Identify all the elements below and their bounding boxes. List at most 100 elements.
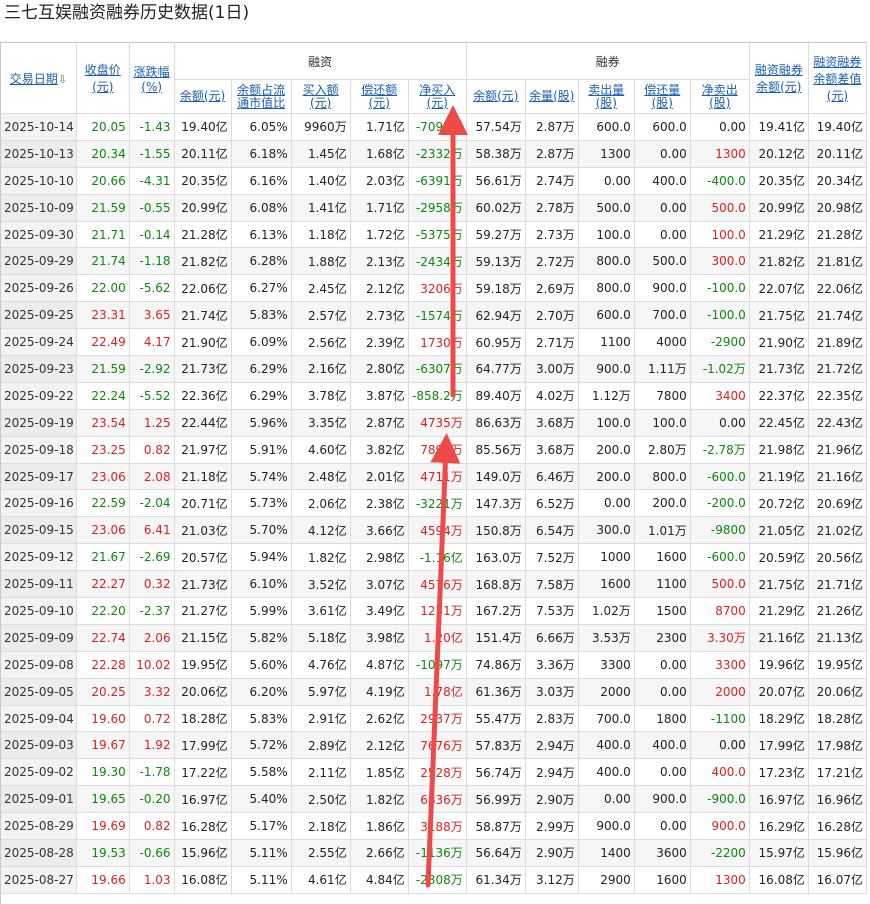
col-header-rq-sell[interactable]: 卖出量 (股): [578, 79, 635, 114]
sort-rz-buy-link[interactable]: 买入额 (元): [303, 83, 339, 110]
cell-balance-diff: 21.96亿: [808, 436, 867, 464]
sort-change-link[interactable]: 涨跌幅 (%): [134, 65, 170, 94]
sort-close-link[interactable]: 收盘价 (元): [85, 63, 121, 94]
cell-rq-balance: 60.02万: [466, 194, 526, 222]
cell-rz-ratio: 6.28%: [231, 247, 292, 276]
table-row: 2025-09-19 23.54 1.25 22.44亿 5.96% 3.35亿 2.87亿…: [1, 409, 867, 437]
cell-rz-ratio: 5.99%: [231, 597, 292, 625]
cell-date: 2025-09-08: [1, 651, 77, 679]
cell-rq-repay: 2300: [634, 624, 691, 652]
cell-total-balance: 21.19亿: [749, 463, 809, 491]
cell-total-balance: 20.59亿: [749, 543, 809, 572]
cell-rq-net: 0.00: [690, 409, 750, 437]
cell-rz-net: -1574万: [408, 301, 467, 330]
cell-rq-volume: 2.69万: [525, 274, 579, 303]
cell-rz-repay: 2.12亿: [350, 731, 409, 760]
cell-rz-ratio: 6.16%: [231, 167, 292, 195]
cell-date: 2025-09-25: [1, 301, 77, 330]
sort-rz-net-link[interactable]: 净买入 (元): [419, 83, 455, 110]
table-row: 2025-09-15 23.06 6.41 21.03亿 5.70% 4.12亿 3.66亿…: [1, 516, 867, 545]
cell-rz-buy: 2.11亿: [291, 758, 351, 787]
margin-trading-table-frame: 交易日期⇩ 收盘价 (元) 涨跌幅 (%) 融资 融券 融资融券 余额(元) 融资融券…: [0, 42, 867, 904]
cell-balance-diff: 21.02亿: [808, 516, 867, 545]
cell-date: 2025-08-28: [1, 839, 77, 867]
col-header-rz-ratio[interactable]: 余额占流 通市值比: [231, 79, 292, 114]
col-header-rq-volume[interactable]: 余量(股): [525, 79, 579, 114]
sort-rq-net-link[interactable]: 净卖出 (股): [702, 83, 738, 110]
cell-rz-buy: 3.35亿: [291, 409, 351, 437]
cell-change: -1.18: [129, 247, 175, 276]
sort-rq-sell-link[interactable]: 卖出量 (股): [588, 83, 624, 110]
cell-rz-ratio: 5.58%: [231, 758, 292, 787]
cell-rz-net: 4735万: [408, 409, 467, 437]
cell-rq-volume: 3.12万: [525, 866, 579, 894]
col-header-date[interactable]: 交易日期⇩: [1, 43, 77, 114]
cell-rz-buy: 3.78亿: [291, 382, 351, 410]
col-header-rz-net[interactable]: 净买入 (元): [408, 79, 467, 114]
cell-balance-diff: 16.07亿: [808, 866, 867, 894]
cell-rz-ratio: 5.72%: [231, 731, 292, 760]
col-header-rz-repay[interactable]: 偿还额 (元): [350, 79, 409, 114]
cell-close: 23.06: [76, 516, 130, 545]
cell-rz-balance: 16.97亿: [174, 785, 232, 814]
cell-rq-balance: 62.94万: [466, 301, 526, 330]
col-header-change[interactable]: 涨跌幅 (%): [129, 43, 175, 114]
cell-rq-repay: 1100: [634, 570, 691, 599]
cell-rz-net: 4594万: [408, 516, 467, 545]
table-row: 2025-08-29 19.69 0.82 16.28亿 5.17% 2.18亿 1.86亿…: [1, 812, 867, 841]
sort-balance-diff-link[interactable]: 融资融券 余额差值 (元): [813, 55, 861, 103]
cell-rq-sell: 3.53万: [578, 624, 635, 652]
sort-rz-ratio-link[interactable]: 余额占流 通市值比: [237, 83, 285, 110]
cell-rz-ratio: 5.60%: [231, 651, 292, 679]
sort-rq-volume-link[interactable]: 余量(股): [529, 89, 574, 103]
col-header-total-balance[interactable]: 融资融券 余额(元): [749, 43, 809, 114]
cell-change: 10.02: [129, 651, 175, 679]
col-header-rq-balance[interactable]: 余额(元): [466, 79, 526, 114]
col-header-rq-repay[interactable]: 偿还量 (股): [634, 79, 691, 114]
cell-rz-balance: 15.96亿: [174, 839, 232, 867]
sort-total-balance-link[interactable]: 融资融券 余额(元): [755, 63, 803, 94]
col-header-rz-balance[interactable]: 余额(元): [174, 79, 232, 114]
cell-balance-diff: 20.56亿: [808, 543, 867, 572]
col-header-close[interactable]: 收盘价 (元): [76, 43, 130, 114]
cell-rq-net: 0.00: [690, 731, 750, 760]
cell-rz-balance: 21.82亿: [174, 247, 232, 276]
sort-rz-repay-link[interactable]: 偿还额 (元): [361, 83, 397, 110]
sort-date-link[interactable]: 交易日期: [10, 72, 58, 86]
cell-rq-balance: 168.8万: [466, 570, 526, 599]
cell-close: 19.65: [76, 785, 130, 814]
cell-rz-repay: 3.49亿: [350, 597, 409, 625]
cell-close: 22.00: [76, 274, 130, 303]
cell-date: 2025-09-09: [1, 624, 77, 652]
sort-rq-repay-link[interactable]: 偿还量 (股): [644, 83, 680, 110]
col-header-balance-diff[interactable]: 融资融券 余额差值 (元): [808, 43, 867, 114]
sort-rz-balance-link[interactable]: 余额(元): [180, 89, 225, 103]
cell-rz-repay: 1.72亿: [350, 221, 409, 249]
cell-rq-volume: 2.71万: [525, 328, 579, 357]
col-header-rq-net[interactable]: 净卖出 (股): [690, 79, 750, 114]
cell-rz-balance: 20.57亿: [174, 543, 232, 572]
cell-rq-net: -900.0: [690, 785, 750, 814]
cell-rz-repay: 1.85亿: [350, 758, 409, 787]
table-body: 2025-10-14 20.05 -1.43 19.40亿 6.05% 9960万 1.71…: [1, 113, 867, 894]
cell-rz-net: 3206万: [408, 274, 467, 303]
cell-rz-net: 4711万: [408, 463, 467, 491]
table-row: 2025-10-14 20.05 -1.43 19.40亿 6.05% 9960万 1.71…: [1, 113, 867, 141]
sort-rq-balance-link[interactable]: 余额(元): [473, 89, 518, 103]
cell-rq-repay: 1600: [634, 866, 691, 894]
cell-rq-net: -600.0: [690, 543, 750, 572]
cell-rq-net: -100.0: [690, 274, 750, 303]
cell-change: -0.55: [129, 194, 175, 222]
cell-change: 2.08: [129, 463, 175, 491]
cell-balance-diff: 16.28亿: [808, 812, 867, 841]
cell-rq-balance: 61.36万: [466, 678, 526, 706]
col-header-rz-buy[interactable]: 买入额 (元): [291, 79, 351, 114]
cell-total-balance: 21.73亿: [749, 355, 809, 383]
cell-rq-sell: 1.02万: [578, 597, 635, 625]
cell-rz-balance: 18.28亿: [174, 705, 232, 733]
cell-change: 4.17: [129, 328, 175, 357]
cell-rq-net: 1300: [690, 140, 750, 168]
cell-rz-balance: 21.74亿: [174, 301, 232, 330]
cell-rq-sell: 100.0: [578, 221, 635, 249]
cell-close: 22.59: [76, 489, 130, 518]
